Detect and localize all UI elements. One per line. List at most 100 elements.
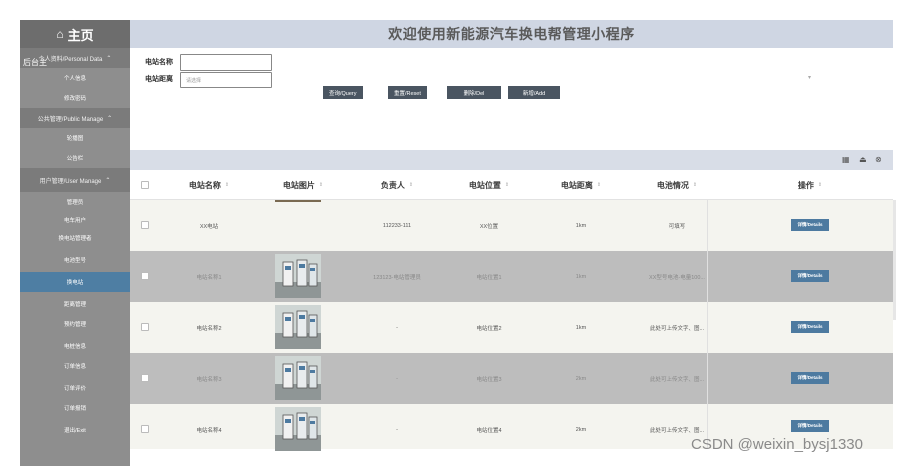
column-header-distance[interactable]: 电站距离 ⇕ <box>535 170 627 200</box>
sidebar-item-label: 订单报销 <box>63 406 86 412</box>
distance-label: 电站距离 <box>145 76 173 83</box>
sidebar-item-admin[interactable]: 管理员 <box>20 196 130 208</box>
sort-icon[interactable]: ⇕ <box>597 182 601 188</box>
scrollbar[interactable] <box>893 200 896 320</box>
column-title: 电站名称 <box>188 180 221 190</box>
sort-icon[interactable]: ⇕ <box>505 182 509 188</box>
delete-button[interactable]: 删除/Del <box>447 86 501 99</box>
column-header-battery[interactable]: 电池情况 ⇕ <box>627 170 727 200</box>
station-name-input[interactable] <box>180 54 272 71</box>
top-strip <box>0 0 923 20</box>
sidebar-item-label: 订单信息 <box>63 364 86 370</box>
row-checkbox[interactable] <box>141 323 149 331</box>
table-row[interactable]: 电站名称1 123123-电站管理员 电站位置1 1km XX型号电池-电量100...… <box>130 251 893 302</box>
station-photo-graphic <box>275 407 321 451</box>
cell-battery: 可填写 <box>668 223 686 230</box>
sidebar-item-profile[interactable]: 个人信息 <box>20 68 130 88</box>
select-all-checkbox[interactable] <box>141 181 149 189</box>
sidebar-item-station[interactable]: 换电站 <box>20 272 130 292</box>
sort-icon[interactable]: ⇕ <box>693 182 697 188</box>
row-checkbox[interactable] <box>141 221 149 229</box>
sidebar-item-pile-info[interactable]: 电桩信息 <box>20 336 130 356</box>
sidebar-item-order-reimburse[interactable]: 订单报销 <box>20 398 130 418</box>
chevron-up-icon: ⌃ <box>105 177 111 184</box>
sidebar-home[interactable]: ⌂ 主页 <box>20 20 130 48</box>
station-photo <box>275 407 321 451</box>
table-row[interactable]: XX电站 112233-111 XX位置 1km 可填写 详情/Details <box>130 200 893 251</box>
search-panel: 电站名称 电站距离 请选择 查询/Query 重置/Reset 删除/Del 新… <box>130 48 893 150</box>
column-header-location[interactable]: 电站位置 ⇕ <box>443 170 535 200</box>
cell-distance: 1km <box>575 324 587 331</box>
details-button[interactable]: 详情/Details <box>791 270 829 282</box>
cell-station-name: 电站名称2 <box>196 325 222 332</box>
sort-icon[interactable]: ⇕ <box>409 182 413 188</box>
sidebar-group-label: 个人资料/Personal Data <box>38 56 103 63</box>
cell-station-name: 电站名称4 <box>196 427 222 434</box>
cell-location: 电站位置3 <box>476 376 502 383</box>
query-button[interactable]: 查询/Query <box>323 86 363 99</box>
sidebar-group-personal[interactable]: 个人资料/Personal Data ⌃ 后台主 <box>20 48 130 68</box>
sidebar-item-station-manager[interactable]: 换电站管理者 <box>20 232 130 244</box>
station-photo-graphic <box>275 305 321 349</box>
column-divider <box>707 302 708 353</box>
sidebar-group-public[interactable]: 公共管理/Public Manage ⌃ <box>20 108 130 128</box>
station-name-label: 电站名称 <box>145 59 173 66</box>
column-title: 电站距离 <box>560 180 593 190</box>
grid-icon[interactable]: ▦ <box>842 155 850 164</box>
row-checkbox[interactable] <box>141 425 149 433</box>
sidebar-item-order-info[interactable]: 订单信息 <box>20 356 130 376</box>
details-button[interactable]: 详情/Details <box>791 219 829 231</box>
table-row[interactable]: 电站名称3 - 电站位置3 2km 此处可上传文字、图... 详情/Details <box>130 353 893 404</box>
sidebar-group-user[interactable]: 用户管理/User Manage ⌃ <box>20 168 130 192</box>
sidebar-item-label: 退出/Exit <box>64 428 86 434</box>
user-icon[interactable]: ⏏ <box>859 155 867 164</box>
sidebar-item-order-review[interactable]: 订单评价 <box>20 378 130 398</box>
station-photo <box>275 305 321 349</box>
sidebar-item-label: 预约管理 <box>63 322 86 328</box>
sidebar-item-label: 订单评价 <box>63 386 86 392</box>
column-divider <box>707 200 708 251</box>
column-header-manager[interactable]: 负责人 ⇕ <box>351 170 443 200</box>
sidebar-item-label: 公告栏 <box>66 156 84 162</box>
cell-location: XX位置 <box>479 223 499 230</box>
station-photo <box>275 356 321 400</box>
sidebar-overlay-text: 后台主 <box>23 58 47 67</box>
column-title: 负责人 <box>380 180 405 190</box>
settings-icon[interactable]: ⊗ <box>875 155 882 164</box>
column-header-name[interactable]: 电站名称 ⇕ <box>163 170 255 200</box>
column-header-image[interactable]: 电站图片 ⇕ <box>255 170 351 200</box>
details-button[interactable]: 详情/Details <box>791 372 829 384</box>
reset-button[interactable]: 重置/Reset <box>388 86 427 99</box>
cell-station-name: 电站名称1 <box>196 274 222 281</box>
cell-manager: - <box>396 324 398 331</box>
sidebar-item-carousel[interactable]: 轮播图 <box>20 128 130 148</box>
sidebar-item-label: 电车用户 <box>63 218 86 224</box>
cell-battery: 此处可上传文字、图... <box>649 376 705 383</box>
sidebar-item-notice[interactable]: 公告栏 <box>20 148 130 168</box>
sidebar-item-ev-user[interactable]: 电车用户 <box>20 214 130 226</box>
sidebar-item-label: 换电站 <box>66 280 84 286</box>
sidebar-item-exit[interactable]: 退出/Exit <box>20 420 130 440</box>
chevron-down-icon[interactable]: ▾ <box>808 74 811 81</box>
sort-icon[interactable]: ⇕ <box>225 182 229 188</box>
row-checkbox[interactable] <box>141 374 149 382</box>
table-row[interactable]: 电站名称2 - 电站位置2 1km 此处可上传文字、图... 详情/Details <box>130 302 893 353</box>
table-header: 电站名称 ⇕ 电站图片 ⇕ 负责人 ⇕ 电站位置 ⇕ 电站距离 ⇕ 电池情况 ⇕ 操作 ⇕ <box>130 170 893 200</box>
chevron-up-icon: ⌃ <box>107 115 113 122</box>
station-photo <box>275 254 321 298</box>
row-checkbox[interactable] <box>141 272 149 280</box>
sidebar-item-password[interactable]: 修改密码 <box>20 88 130 108</box>
details-button[interactable]: 详情/Details <box>791 420 829 432</box>
sort-icon[interactable]: ⇕ <box>319 182 323 188</box>
distance-select[interactable]: 请选择 <box>180 72 272 88</box>
sidebar-item-battery-model[interactable]: 电池型号 <box>20 250 130 270</box>
sort-icon[interactable]: ⇕ <box>818 182 822 188</box>
details-button[interactable]: 详情/Details <box>791 321 829 333</box>
sidebar-item-reservation[interactable]: 预约管理 <box>20 314 130 334</box>
sidebar-group-label: 用户管理/User Manage <box>39 178 102 185</box>
cell-manager: - <box>396 426 398 433</box>
add-button[interactable]: 新增/Add <box>508 86 560 99</box>
sidebar-group-label: 公共管理/Public Manage <box>37 116 104 123</box>
sidebar-item-distance[interactable]: 距离管理 <box>20 294 130 314</box>
column-header-action[interactable]: 操作 ⇕ <box>730 170 890 200</box>
